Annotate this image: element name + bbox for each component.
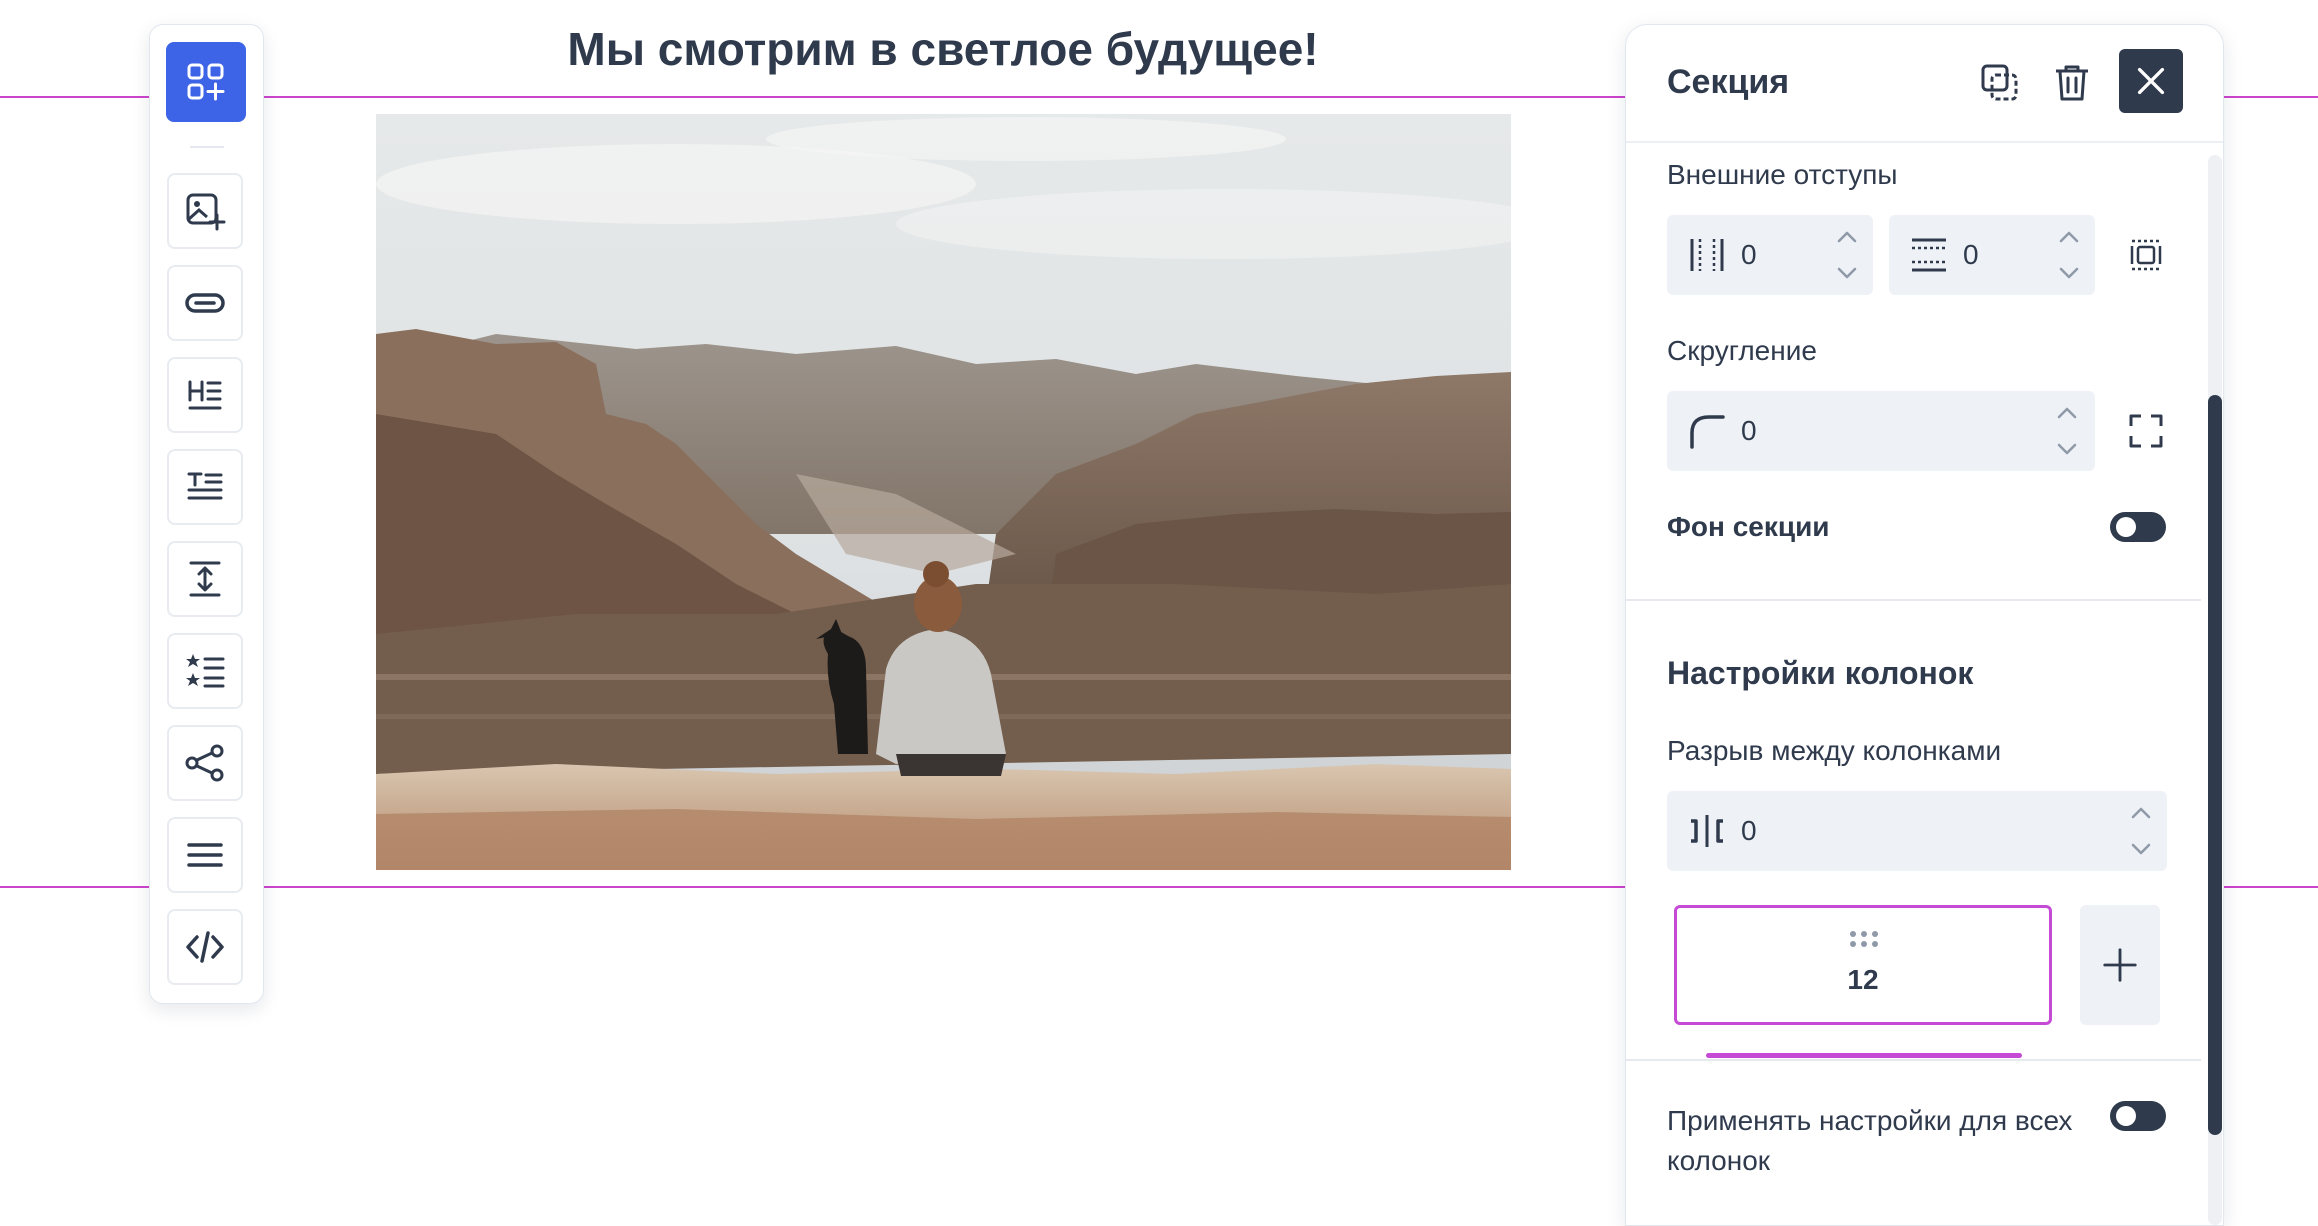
radius-input[interactable]: 0 [1667, 391, 2095, 471]
duplicate-icon [1981, 64, 2018, 101]
delete-button[interactable] [2046, 57, 2098, 109]
image-plus-icon [186, 193, 226, 231]
column-gap-input[interactable]: 0 [1667, 791, 2167, 871]
heading-icon [188, 380, 222, 410]
section-background-toggle[interactable] [2110, 512, 2166, 542]
column-gap-label: Разрыв между колонками [1667, 735, 2002, 766]
column-span-value: 12 [1847, 964, 1879, 995]
page-heading[interactable]: Мы смотрим в светлое будущее! [376, 22, 1510, 76]
panel-title: Секция [1667, 63, 1790, 101]
close-button[interactable] [2119, 49, 2183, 113]
vertical-margin-input[interactable]: 0 [1889, 215, 2095, 295]
panel-scrollbar-thumb[interactable] [2208, 395, 2222, 1135]
text-block-button[interactable] [167, 449, 243, 525]
close-icon [2137, 67, 2165, 95]
social-block-button[interactable] [167, 725, 243, 801]
individual-margins-icon [2130, 239, 2162, 271]
vertical-margin-icon [1912, 238, 1946, 272]
corner-radius-icon [1690, 415, 1725, 449]
apply-all-columns-label: Применять настройки для всех колонок [1667, 1105, 2073, 1176]
columns-settings-title: Настройки колонок [1667, 655, 1974, 691]
expand-corners-icon [2129, 414, 2163, 448]
block-toolbar [149, 24, 264, 1004]
add-block-button[interactable] [166, 42, 246, 122]
horizontal-margin-input[interactable]: 0 [1667, 215, 1873, 295]
menu-icon [187, 843, 223, 867]
stepper-arrows-icon [2057, 407, 2077, 455]
vertical-spacer-icon [189, 561, 221, 597]
column-active-indicator [1706, 1053, 2022, 1058]
spacer-block-button[interactable] [167, 541, 243, 617]
margins-label: Внешние отступы [1667, 159, 1898, 190]
pill-button-icon [185, 293, 225, 313]
apply-all-columns-toggle[interactable] [2110, 1101, 2166, 1131]
list-stars-icon [186, 654, 225, 688]
text-icon [187, 472, 223, 500]
horizontal-margin-value: 0 [1741, 239, 1757, 270]
html-block-button[interactable] [167, 909, 243, 985]
column-gap-value: 0 [1741, 815, 1757, 846]
panel-header: Секция [1626, 25, 2223, 143]
panel-divider [1626, 599, 2201, 601]
stepper-arrows-icon [1837, 231, 1857, 279]
stepper-arrows-icon [2131, 807, 2151, 855]
radius-value: 0 [1741, 415, 1757, 446]
duplicate-button[interactable] [1974, 57, 2026, 109]
share-icon [185, 744, 224, 782]
plus-icon [2103, 948, 2137, 982]
panel-divider [1626, 1059, 2201, 1061]
vertical-margin-value: 0 [1963, 239, 1979, 270]
grid-plus-icon [187, 63, 225, 101]
add-column-button[interactable] [2080, 905, 2160, 1025]
column-card[interactable]: 12 [1674, 905, 2052, 1025]
section-background-label: Фон секции [1667, 511, 1830, 542]
radius-expand-button[interactable] [2124, 409, 2168, 453]
menu-block-button[interactable] [167, 817, 243, 893]
image-block-button[interactable] [167, 173, 243, 249]
trash-icon [2056, 65, 2088, 101]
toolbar-separator [190, 146, 224, 148]
button-block-button[interactable] [167, 265, 243, 341]
radius-label: Скругление [1667, 335, 1817, 366]
code-icon [186, 931, 224, 963]
drag-handle-icon [1850, 931, 1878, 947]
margins-link-button[interactable] [2124, 233, 2168, 277]
stepper-arrows-icon [2059, 231, 2079, 279]
landscape-image[interactable] [376, 114, 1511, 870]
column-gap-icon [1691, 815, 1723, 847]
heading-block-button[interactable] [167, 357, 243, 433]
canyon-photo-graphic [376, 114, 1511, 870]
section-settings-panel: Секция Внешние отступы 0 0 Скругление 0 … [1625, 24, 2224, 1226]
list-block-button[interactable] [167, 633, 243, 709]
horizontal-margin-icon [1690, 239, 1724, 271]
